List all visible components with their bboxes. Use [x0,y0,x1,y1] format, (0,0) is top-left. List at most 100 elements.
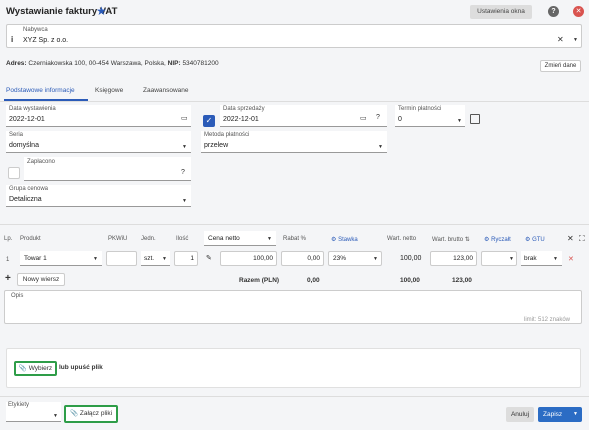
paid-label: Zapłacono [27,159,56,165]
chevron-down-icon[interactable]: ▼ [373,256,378,262]
section-divider [0,224,589,225]
col-product: Produkt [20,236,41,242]
chevron-down-icon[interactable]: ▼ [509,256,514,262]
attach-area[interactable]: 📎 Wybierz lub upuść plik [6,348,581,388]
chevron-down-icon[interactable]: ▼ [457,118,462,124]
close-icon[interactable]: ✕ [573,6,584,17]
buyer-field[interactable]: Nabywca i XYZ Sp. z o.o. ✕ ▼ [6,24,582,48]
chevron-down-icon[interactable]: ▼ [573,407,578,422]
window-settings-button[interactable]: Ustawienia okna [470,5,532,19]
favorite-star-icon[interactable]: ★ [96,4,107,18]
row-lp: 1 [6,257,10,263]
series-field[interactable]: Seria domyślna ▼ [6,131,191,153]
discount-input[interactable]: 0,00 [281,251,324,266]
chevron-down-icon[interactable]: ▼ [162,256,167,262]
payment-method-value: przelew [204,142,229,149]
remove-all-icon[interactable]: ✕ [567,234,574,243]
chevron-down-icon[interactable]: ▼ [182,198,187,204]
nip-label: NIP: [167,60,181,67]
col-unit: Jedn. [141,236,156,242]
chevron-down-icon[interactable]: ▼ [93,256,98,262]
cancel-button[interactable]: Anuluj [506,407,534,422]
save-button[interactable]: Zapisz ▼ [538,407,582,422]
tab-accounting[interactable]: Księgowe [95,87,123,94]
description-limit: limit: 512 znaków [524,317,571,323]
discount-value: 0,00 [307,255,320,262]
remove-row-icon[interactable]: ✕ [568,255,574,263]
new-row-button[interactable]: Nowy wiersz [17,273,65,286]
clear-icon[interactable]: ✕ [557,35,564,44]
expand-icon[interactable]: ⛶ [579,234,585,244]
tags-select[interactable]: Etykiety ▼ [6,402,61,422]
sum-net: 100,00 [400,277,420,284]
qty-value: 1 [190,255,194,262]
product-select[interactable]: Towar 1 ▼ [20,251,102,266]
payment-term-field[interactable]: Termin płatności 0 ▼ [395,105,465,127]
attach-files-label: Załącz pliki [79,410,113,417]
description-field[interactable]: Opis [4,290,582,324]
buyer-value: XYZ Sp. z o.o. [23,37,69,44]
nip-value: 5340781200 [182,60,219,67]
unit-value: szt. [144,255,155,262]
chevron-down-icon[interactable]: ▼ [267,236,272,242]
tabs-divider [0,101,589,102]
help-question-icon[interactable]: ? [376,114,380,121]
gross-input[interactable]: 123,00 [430,251,477,266]
issue-date-field[interactable]: Data wystawienia 2022-12-01 ▭ [6,105,191,127]
sort-icon[interactable]: ⇅ [465,237,470,243]
payment-term-value: 0 [398,116,402,123]
col-gtu-label: GTU [532,237,545,243]
attach-files-button[interactable]: 📎 Załącz pliki [64,405,118,423]
buyer-label: Nabywca [23,27,48,33]
choose-file-button[interactable]: 📎 Wybierz [14,361,57,376]
price-type-select[interactable]: Cena netto ▼ [204,231,276,246]
calendar-icon[interactable]: ▭ [360,114,367,122]
col-lump[interactable]: ⚙ Ryczałt [484,236,511,243]
sale-date-field[interactable]: Data sprzedaży 2022-12-01 ▭ ? [220,105,387,127]
col-rate[interactable]: ⚙ Stawka [331,236,358,243]
series-value: domyślna [9,142,39,149]
edit-pencil-icon[interactable]: ✎ [206,254,212,262]
col-lp: Lp. [4,236,13,242]
calendar-icon[interactable]: ▭ [181,114,188,122]
unit-select[interactable]: szt. ▼ [141,251,170,266]
tab-basic[interactable]: Podstawowe informacje [6,87,75,94]
info-icon: i [11,35,14,44]
plus-icon[interactable]: + [5,273,11,284]
rate-select[interactable]: 23% ▼ [328,251,382,266]
sale-date-checkbox[interactable]: ✓ [203,115,215,127]
buyer-address: Adres: Czerniakowska 100, 00-454 Warszaw… [6,60,219,67]
address-label: Adres: [6,60,27,67]
sum-gross: 123,00 [452,277,472,284]
footer-divider [0,396,589,397]
chevron-down-icon[interactable]: ▼ [378,144,383,150]
paperclip-icon: 📎 [18,365,27,372]
col-gtu[interactable]: ⚙ GTU [525,236,545,243]
price-group-label: Grupa cenowa [9,186,49,192]
gtu-select[interactable]: brak ▼ [521,251,562,266]
help-icon[interactable]: ? [548,6,559,17]
paid-field[interactable]: Zapłacono ? [24,157,191,181]
price-group-field[interactable]: Grupa cenowa Detaliczna ▼ [6,185,191,207]
payment-method-field[interactable]: Metoda płatności przelew ▼ [201,131,387,153]
sum-discount: 0,00 [307,277,320,284]
col-gross-label: Wart. brutto [432,237,464,243]
description-label: Opis [11,293,24,299]
address-value: Czerniakowska 100, 00-454 Warszawa, Pols… [28,60,166,67]
choose-file-label: Wybierz [28,365,53,372]
sale-date-value: 2022-12-01 [223,116,259,123]
chevron-down-icon[interactable]: ▼ [53,413,58,419]
payment-term-calendar-icon[interactable] [470,114,480,124]
chevron-down-icon[interactable]: ▼ [553,256,558,262]
pkwiu-input[interactable] [106,251,137,266]
lump-select[interactable]: ▼ [481,251,517,266]
help-question-icon[interactable]: ? [181,169,185,176]
paid-checkbox[interactable] [8,167,20,179]
chevron-down-icon[interactable]: ▼ [573,37,578,43]
tab-advanced[interactable]: Zaawansowane [143,87,189,94]
price-input[interactable]: 100,00 [220,251,277,266]
qty-input[interactable]: 1 [174,251,198,266]
chevron-down-icon[interactable]: ▼ [182,144,187,150]
col-lump-label: Ryczałt [491,237,511,243]
change-data-button[interactable]: Zmień dane [540,60,581,72]
